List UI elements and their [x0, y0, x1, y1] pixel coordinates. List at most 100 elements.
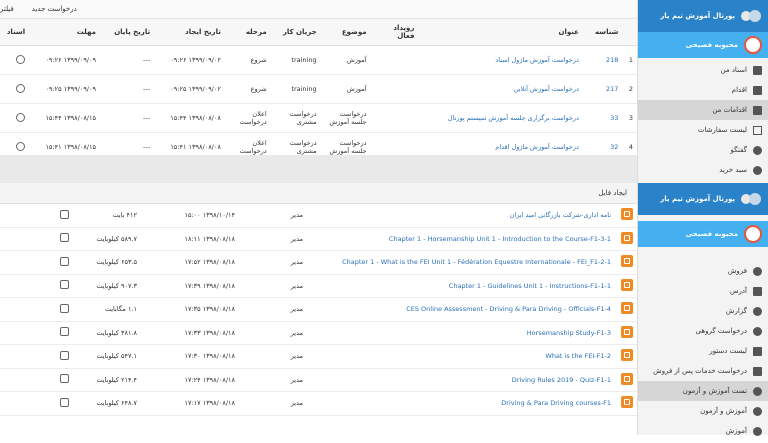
new-request-button[interactable]: درخواست جدید	[32, 5, 77, 13]
request-id[interactable]: 217	[582, 74, 623, 104]
request-title[interactable]: درخواست آموزش ماژول اسناد	[418, 45, 583, 75]
file-row[interactable]: Chapter 1 - Guidelines Unit 1 - Instruct…	[0, 274, 637, 298]
sidebar-menu-bottom: فروش آدرس گزارش درخواست گروهی لیست دستور…	[638, 259, 768, 443]
download-icon[interactable]	[60, 303, 69, 313]
sidebar-item-basket[interactable]: سبد خرید	[638, 160, 768, 180]
col-stage[interactable]: مرحله	[224, 19, 271, 46]
file-icon[interactable]	[621, 278, 633, 291]
file-date: ۱۳۹۸/۰۸/۱۸ ۱۷:۳۹	[141, 274, 239, 298]
file-icon[interactable]	[621, 325, 633, 338]
col-docs[interactable]: اسناد	[0, 19, 30, 46]
request-event	[370, 103, 419, 133]
docs-cell[interactable]	[0, 74, 30, 104]
avatar[interactable]	[744, 36, 762, 54]
request-created: ۱۳۹۸/۰۸/۰۸ ۱۵:۴۴	[154, 103, 225, 133]
file-row[interactable]: نامه اداری-شرکت بازرگانی امید ایران مدیر…	[0, 204, 637, 228]
file-icon[interactable]	[621, 208, 633, 221]
request-id[interactable]: 218	[582, 45, 623, 75]
file-icon[interactable]	[621, 302, 633, 315]
file-name[interactable]: Driving Rules 2019 - Quiz-F1-1	[307, 368, 615, 392]
file-row[interactable]: Horsemanship Study-F1-3 مدیر ۱۳۹۸/۰۸/۱۸ …	[0, 321, 637, 345]
file-name[interactable]: Chapter 1 - Horsemanship Unit 1 - Introd…	[307, 227, 615, 251]
file-name[interactable]: Horsemanship Study-F1-3	[307, 321, 615, 345]
sidebar-item-group-request[interactable]: درخواست گروهی	[638, 321, 768, 341]
col-deadline[interactable]: مهلت	[29, 19, 100, 46]
file-icon[interactable]	[621, 231, 633, 244]
file-icon[interactable]	[621, 372, 633, 385]
request-workflow: training	[270, 45, 321, 75]
sidebar-item-exam[interactable]: آموزش و آزمون	[638, 401, 768, 421]
download-icon[interactable]	[60, 233, 69, 243]
sidebar-item-training[interactable]: آموزش	[638, 421, 768, 441]
file-row[interactable]: Chapter 1 - What is the FEI Unit 1 - Féd…	[0, 250, 637, 275]
sidebar-item-action[interactable]: اقدام	[638, 80, 768, 100]
request-title[interactable]: درخواست آموزش آنلاین	[418, 74, 583, 104]
document-status-icon[interactable]	[16, 54, 26, 64]
test-icon	[753, 386, 762, 396]
download-icon[interactable]	[60, 256, 69, 266]
download-icon[interactable]	[60, 280, 69, 290]
file-size: ۶۴۸.۷ کیلوبایت	[73, 391, 141, 416]
create-file-button[interactable]: ایجاد فایل	[598, 189, 627, 197]
table-row[interactable]: 2 217 درخواست آموزش آنلاین آموزش trainin…	[0, 74, 637, 104]
sidebar-item-command-list[interactable]: لیست دستور	[638, 341, 768, 361]
table-row[interactable]: 1 218 درخواست آموزش ماژول اسناد آموزش tr…	[0, 45, 637, 75]
col-end[interactable]: تاریخ پایان	[99, 19, 155, 46]
download-icon[interactable]	[60, 397, 69, 407]
sidebar-item-label: اسناد من	[720, 66, 747, 74]
avatar[interactable]	[744, 225, 762, 243]
file-row[interactable]: Driving & Para Driving courses-F1 مدیر ۱…	[0, 391, 637, 416]
document-status-icon[interactable]	[16, 83, 26, 93]
col-subject[interactable]: موضوع	[320, 19, 371, 46]
filter-button[interactable]: فیلتر	[0, 5, 14, 13]
request-title[interactable]: درخواست برگزاری جلسه آموزش سیستم پورتال	[418, 103, 583, 133]
file-row[interactable]: Chapter 1 - Horsemanship Unit 1 - Introd…	[0, 227, 637, 251]
file-icon[interactable]	[621, 396, 633, 409]
sidebar-item-chat[interactable]: گفتگو	[638, 140, 768, 160]
sidebar-item-my-actions[interactable]: اقدامات من	[638, 100, 768, 120]
col-title[interactable]: عنوان	[418, 19, 583, 46]
request-workflow: training	[270, 74, 321, 104]
sidebar-item-label: آموزش	[725, 427, 747, 435]
request-id[interactable]: 33	[582, 103, 623, 133]
file-row[interactable]: CES Online Assessment - Driving & Para D…	[0, 297, 637, 322]
file-name[interactable]: CES Online Assessment - Driving & Para D…	[307, 297, 615, 322]
file-icon[interactable]	[621, 255, 633, 268]
exam-icon	[753, 406, 762, 416]
download-icon[interactable]	[60, 209, 69, 219]
col-workflow[interactable]: جریان کار	[270, 19, 321, 46]
file-name[interactable]: What is the FEI-F1-2	[307, 344, 615, 369]
user-bar-top[interactable]: محبوبه فصیحی	[638, 32, 768, 58]
sidebar-item-test[interactable]: تست آموزش و آزمون	[638, 381, 768, 401]
sidebar-item-address[interactable]: آدرس	[638, 281, 768, 301]
col-created[interactable]: تاریخ ایجاد	[154, 19, 225, 46]
download-icon[interactable]	[60, 374, 69, 384]
sidebar-item-my-documents[interactable]: اسناد من	[638, 60, 768, 80]
download-icon[interactable]	[60, 350, 69, 360]
user-bar-bottom[interactable]: محبوبه فصیحی	[638, 221, 768, 247]
file-name[interactable]: Chapter 1 - What is the FEI Unit 1 - Féd…	[307, 250, 615, 275]
sidebar-item-sales[interactable]: فروش	[638, 261, 768, 281]
docs-cell[interactable]	[0, 103, 30, 133]
file-name[interactable]: Driving & Para Driving courses-F1	[307, 391, 615, 416]
document-status-icon[interactable]	[16, 112, 26, 122]
file-name[interactable]: نامه اداری-شرکت بازرگانی امید ایران	[307, 204, 615, 228]
sidebar-item-service[interactable]: درخواست خدمات پس از فروش	[638, 361, 768, 381]
file-name[interactable]: Chapter 1 - Guidelines Unit 1 - Instruct…	[307, 274, 615, 298]
sidebar-header-bottom: پورتال آموزش تیم یار	[638, 183, 768, 215]
file-size: ۵۴۷.۱ کیلوبایت	[73, 344, 141, 369]
sidebar-item-report[interactable]: گزارش	[638, 301, 768, 321]
table-row[interactable]: 3 33 درخواست برگزاری جلسه آموزش سیستم پو…	[0, 103, 637, 133]
download-icon[interactable]	[60, 327, 69, 337]
file-row[interactable]: What is the FEI-F1-2 مدیر ۱۳۹۸/۰۸/۱۸ ۱۷:…	[0, 344, 637, 369]
sidebar-item-orders[interactable]: لیست سفارشات	[638, 120, 768, 140]
col-event[interactable]: رویداد فعال	[370, 19, 419, 46]
document-status-icon[interactable]	[16, 141, 26, 151]
sidebar-item-label: لیست سفارشات	[697, 126, 747, 134]
col-id[interactable]: شناسه	[582, 19, 623, 46]
row-number: 1	[622, 45, 637, 75]
sidebar-item-label: اقدام	[731, 86, 747, 94]
file-icon[interactable]	[621, 349, 633, 362]
docs-cell[interactable]	[0, 45, 30, 75]
file-row[interactable]: Driving Rules 2019 - Quiz-F1-1 مدیر ۱۳۹۸…	[0, 368, 637, 392]
